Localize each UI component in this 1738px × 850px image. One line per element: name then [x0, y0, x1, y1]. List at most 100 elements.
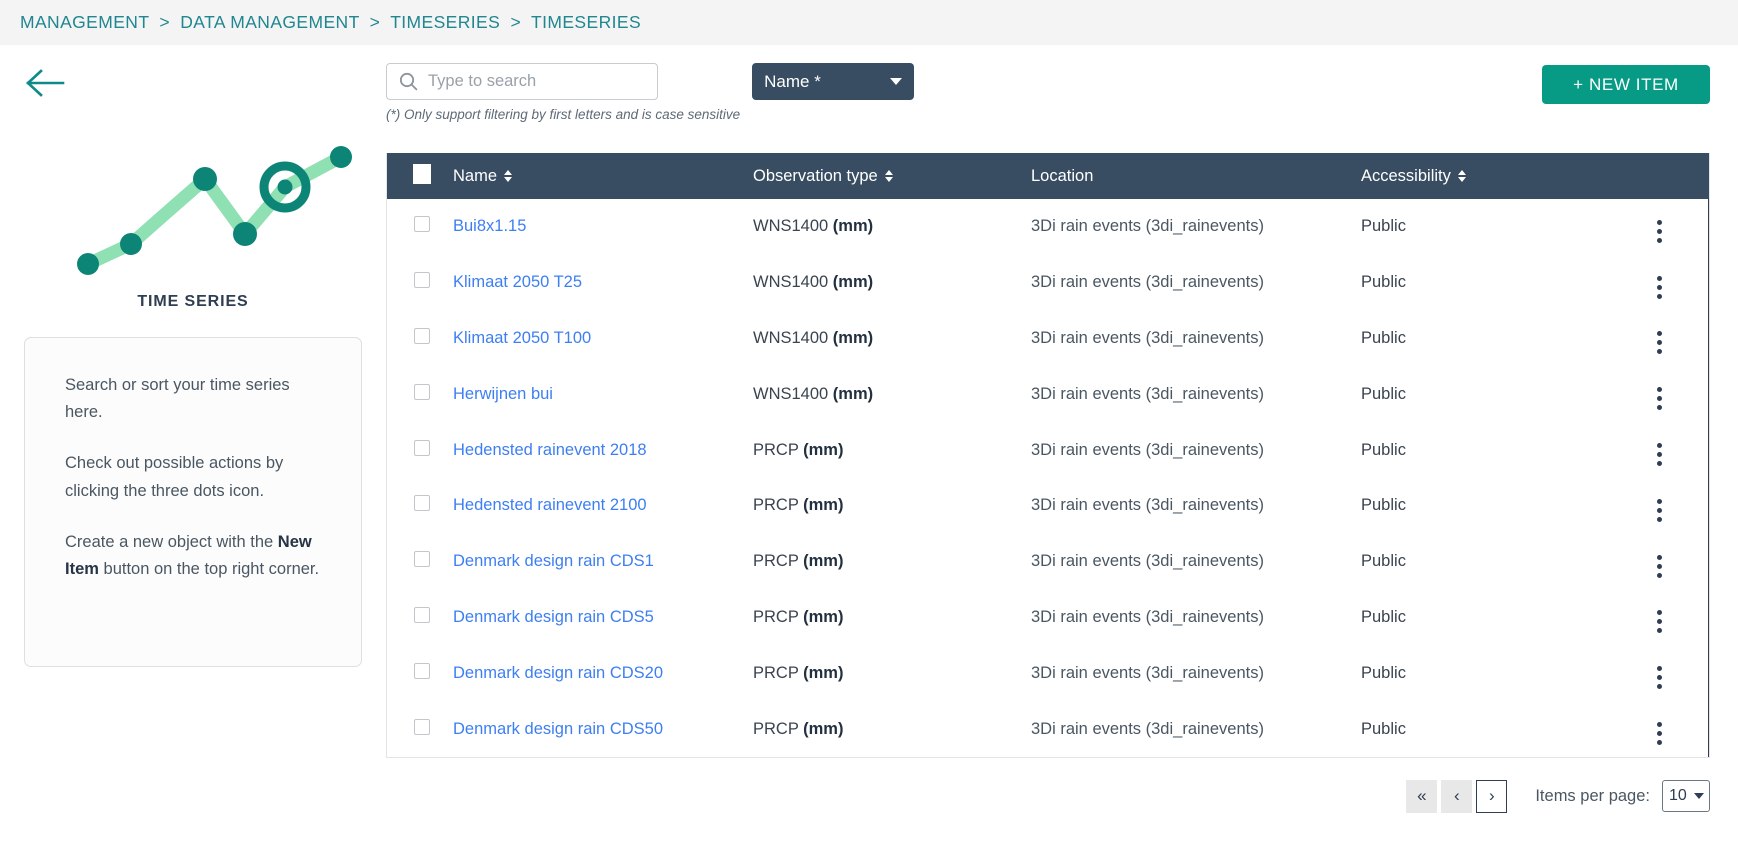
- row-checkbox[interactable]: [414, 216, 430, 233]
- row-name-link[interactable]: Denmark design rain CDS20: [453, 664, 663, 682]
- main-content: (*) Only support filtering by first lett…: [386, 45, 1738, 850]
- row-actions-menu-icon[interactable]: [1657, 722, 1662, 746]
- arrow-left-icon[interactable]: [20, 63, 72, 103]
- cell-name: Herwijnen bui: [453, 366, 753, 422]
- header-select-all[interactable]: [387, 153, 453, 199]
- location-value: 3Di rain events (3di_rainevents): [1031, 217, 1264, 236]
- row-name-link[interactable]: Denmark design rain CDS5: [453, 608, 654, 626]
- cell-observation-type: PRCP (mm): [753, 590, 1031, 646]
- sort-icon-observation-type[interactable]: [884, 170, 893, 182]
- table-row: Klimaat 2050 T100 WNS1400 (mm) 3Di rain ev…: [387, 310, 1709, 367]
- items-per-page-value: 10: [1669, 787, 1687, 805]
- observation-type-value: WNS1400: [753, 217, 829, 236]
- cell-actions: [1643, 254, 1709, 311]
- breadcrumb-separator: >: [510, 12, 522, 32]
- cell-observation-type: WNS1400 (mm): [753, 366, 1031, 422]
- header-actions: [1643, 153, 1709, 199]
- row-checkbox[interactable]: [414, 327, 430, 344]
- table-row: Denmark design rain CDS50 PRCP (mm) 3Di ra…: [387, 701, 1709, 757]
- row-checkbox[interactable]: [414, 662, 430, 679]
- observation-type-value: PRCP: [753, 607, 799, 626]
- breadcrumb-item-timeseries[interactable]: TIMESERIES: [390, 12, 500, 32]
- chevron-down-icon: [1694, 793, 1704, 800]
- observation-type-value: PRCP: [753, 552, 799, 571]
- row-checkbox[interactable]: [414, 495, 430, 512]
- search-input[interactable]: [426, 71, 636, 92]
- sort-icon-accessibility[interactable]: [1457, 170, 1466, 182]
- breadcrumb-separator: >: [159, 12, 170, 32]
- items-per-page-select[interactable]: 10: [1662, 780, 1710, 813]
- cell-location: 3Di rain events (3di_rainevents): [1031, 590, 1361, 646]
- row-actions-menu-icon[interactable]: [1657, 498, 1662, 522]
- accessibility-value: Public: [1361, 496, 1406, 515]
- observation-unit: (mm): [803, 496, 844, 515]
- row-name-link[interactable]: Denmark design rain CDS1: [453, 552, 654, 570]
- sort-field-select-value: Name *: [764, 71, 821, 91]
- row-name-link[interactable]: Herwijnen bui: [453, 385, 553, 403]
- header-name-label: Name: [453, 166, 498, 185]
- cell-observation-type: WNS1400 (mm): [753, 255, 1031, 311]
- cell-name: Klimaat 2050 T100: [453, 311, 753, 367]
- row-name-link[interactable]: Hedensted rainevent 2018: [453, 441, 647, 459]
- row-actions-menu-icon[interactable]: [1657, 275, 1662, 299]
- header-observation-type[interactable]: Observation type: [753, 153, 1031, 199]
- breadcrumb-bar: MANAGEMENT > DATA MANAGEMENT > TIMESERIE…: [0, 0, 1738, 45]
- table-row: Herwijnen bui WNS1400 (mm) 3Di rain events…: [387, 366, 1709, 423]
- row-checkbox-cell: [387, 255, 453, 311]
- table-row: Hedensted rainevent 2100 PRCP (mm) 3Di rai…: [387, 477, 1709, 534]
- cell-name: Denmark design rain CDS1: [453, 534, 753, 590]
- actions-divider: [1708, 310, 1709, 367]
- breadcrumb-separator: >: [369, 12, 381, 32]
- row-actions-menu-icon[interactable]: [1657, 331, 1662, 355]
- breadcrumb-item-management[interactable]: MANAGEMENT: [20, 12, 149, 32]
- row-actions-menu-icon[interactable]: [1657, 666, 1662, 690]
- observation-unit: (mm): [832, 273, 874, 292]
- row-name-link[interactable]: Klimaat 2050 T25: [453, 273, 582, 291]
- table-row: Bui8x1.15 WNS1400 (mm) 3Di rain events (3d…: [387, 199, 1709, 255]
- search-icon: [399, 72, 418, 91]
- actions-divider: [1708, 477, 1709, 534]
- sidebar: TIME SERIES Search or sort your time ser…: [0, 45, 386, 850]
- row-checkbox[interactable]: [414, 383, 430, 400]
- first-page-button[interactable]: «: [1406, 779, 1438, 813]
- select-all-checkbox[interactable]: [413, 163, 431, 184]
- observation-type-value: PRCP: [753, 663, 799, 682]
- observation-type-value: PRCP: [753, 496, 799, 515]
- help-text-before: Create a new object with the: [65, 532, 278, 551]
- row-checkbox[interactable]: [414, 606, 430, 623]
- row-checkbox[interactable]: [414, 272, 430, 289]
- row-actions-menu-icon[interactable]: [1657, 387, 1662, 411]
- cell-actions: [1643, 533, 1709, 590]
- breadcrumb-item-data-management[interactable]: DATA MANAGEMENT: [180, 12, 359, 32]
- cell-accessibility: Public: [1361, 701, 1643, 757]
- row-checkbox[interactable]: [414, 551, 430, 568]
- sort-icon-name[interactable]: [504, 170, 513, 182]
- accessibility-value: Public: [1361, 328, 1406, 347]
- row-checkbox[interactable]: [414, 439, 430, 456]
- header-name[interactable]: Name: [453, 153, 753, 199]
- row-actions-menu-icon[interactable]: [1657, 610, 1662, 634]
- help-card: Search or sort your time series here. Ch…: [24, 337, 362, 667]
- table-row: Hedensted rainevent 2018 PRCP (mm) 3Di rai…: [387, 422, 1709, 478]
- header-accessibility[interactable]: Accessibility: [1361, 153, 1643, 199]
- search-box[interactable]: [386, 63, 658, 100]
- row-name-link[interactable]: Denmark design rain CDS50: [453, 720, 663, 738]
- cell-actions: [1643, 310, 1709, 367]
- row-actions-menu-icon[interactable]: [1657, 443, 1662, 467]
- row-name-link[interactable]: Klimaat 2050 T100: [453, 329, 591, 347]
- row-checkbox[interactable]: [414, 718, 430, 735]
- cell-location: 3Di rain events (3di_rainevents): [1031, 534, 1361, 590]
- cell-location: 3Di rain events (3di_rainevents): [1031, 311, 1361, 367]
- sort-field-select[interactable]: Name *: [752, 63, 915, 100]
- next-page-button[interactable]: ›: [1476, 779, 1508, 813]
- row-name-link[interactable]: Hedensted rainevent 2100: [453, 496, 647, 514]
- new-item-button[interactable]: + NEW ITEM: [1542, 65, 1710, 104]
- row-actions-menu-icon[interactable]: [1657, 554, 1662, 578]
- observation-unit: (mm): [803, 719, 844, 738]
- cell-location: 3Di rain events (3di_rainevents): [1031, 478, 1361, 534]
- row-name-link[interactable]: Bui8x1.15: [453, 217, 526, 235]
- row-actions-menu-icon[interactable]: [1657, 219, 1662, 243]
- previous-page-button[interactable]: ‹: [1441, 779, 1473, 813]
- observation-unit: (mm): [832, 217, 874, 236]
- breadcrumb-item-timeseries-current[interactable]: TIMESERIES: [531, 12, 641, 32]
